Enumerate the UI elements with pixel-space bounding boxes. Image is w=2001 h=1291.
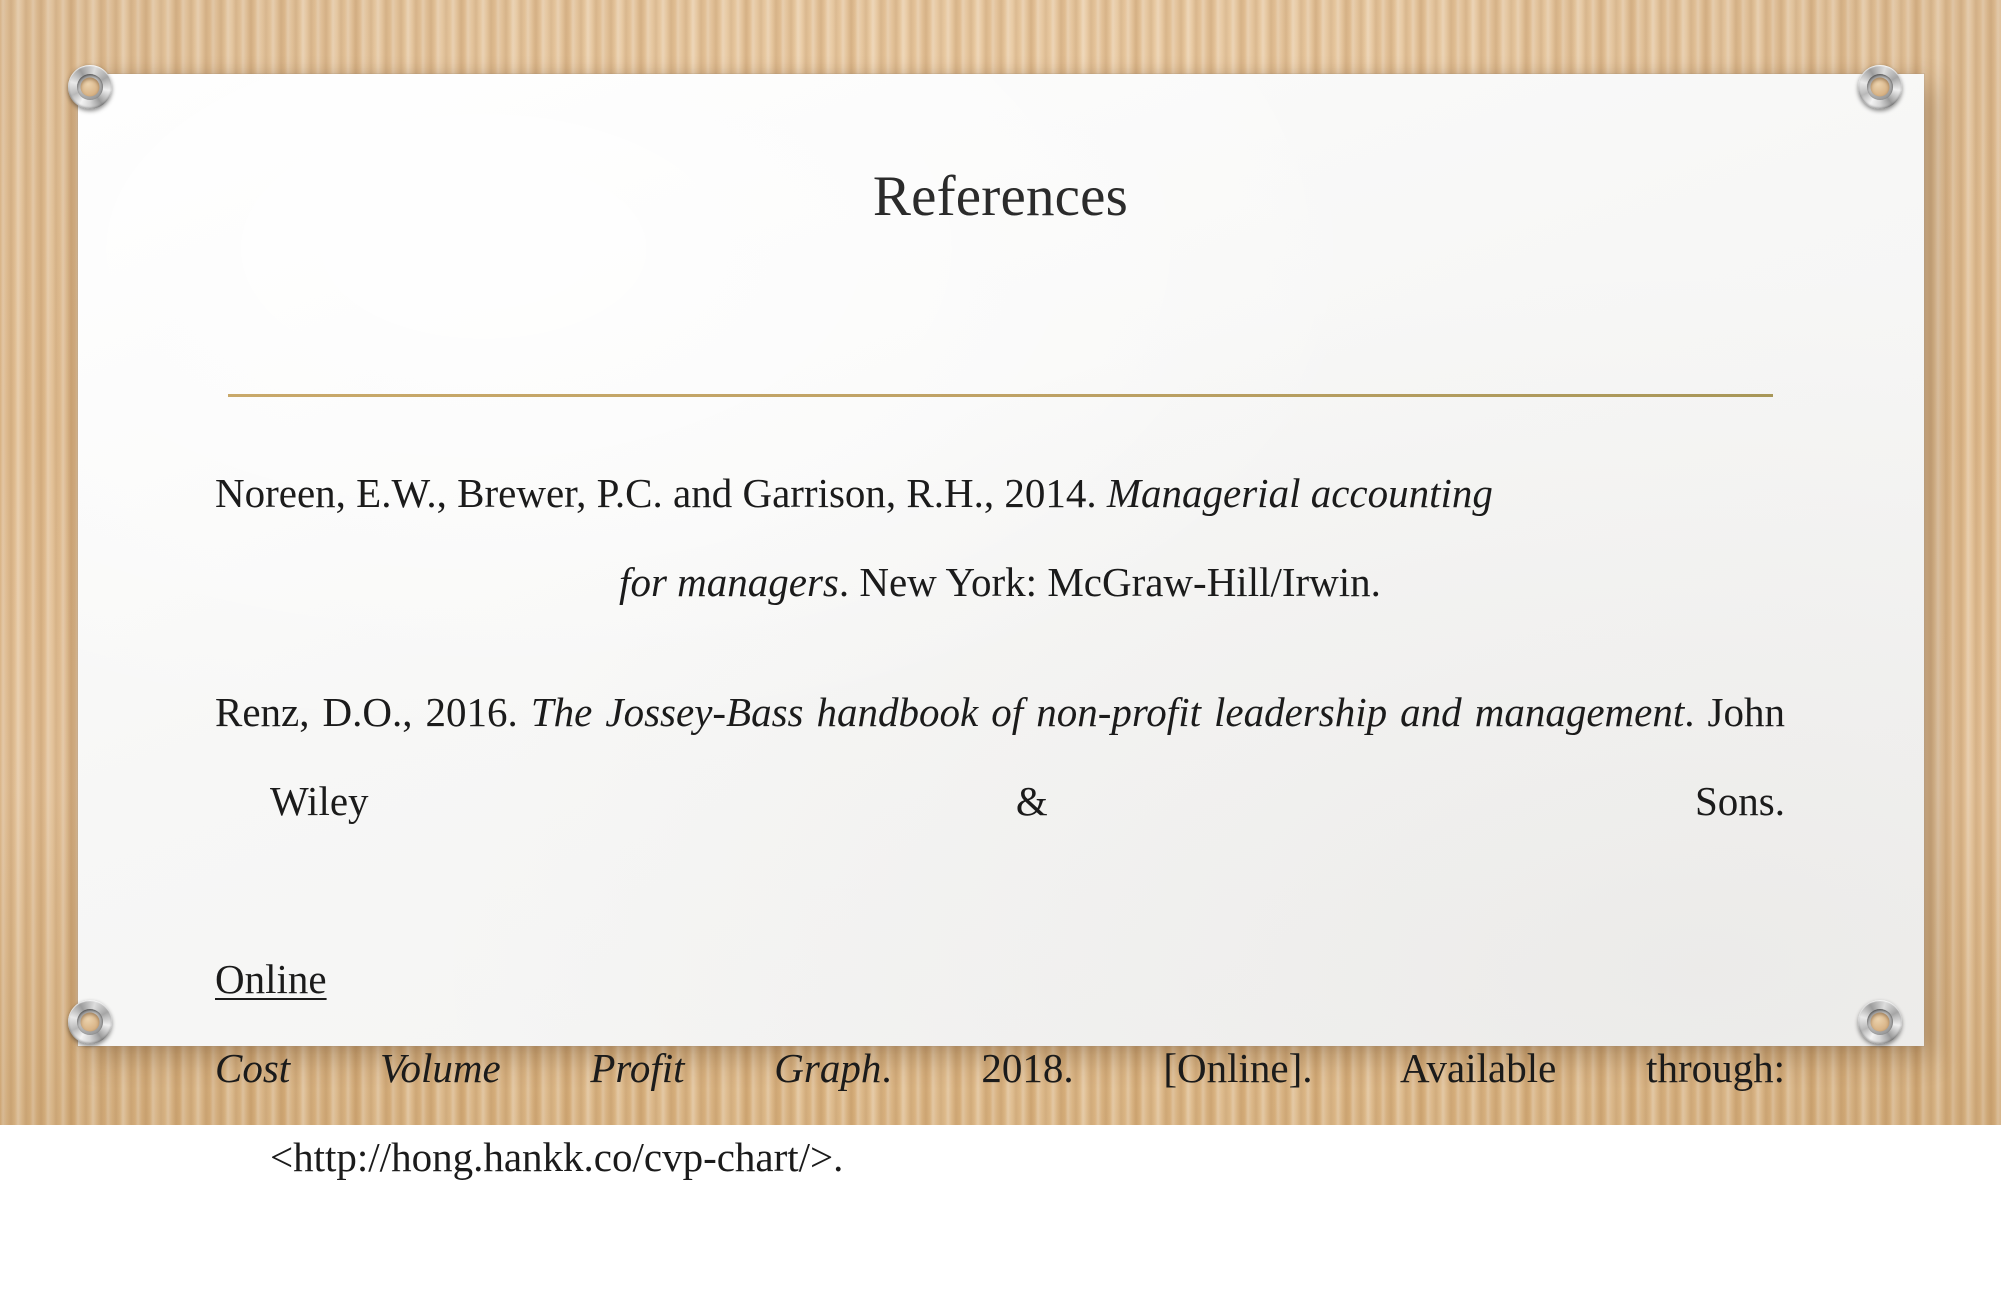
reference-item-renz: Renz, D.O., 2016. The Jossey-Bass handbo…	[215, 668, 1785, 935]
reference-title-italic: Managerial accounting	[1106, 470, 1493, 516]
reference-item-noreen: Noreen, E.W., Brewer, P.C. and Garrison,…	[215, 449, 1785, 627]
reference-authors-year: Renz, D.O., 2016.	[215, 689, 531, 735]
reference-title-italic-cont: management	[1474, 689, 1685, 735]
reference-publisher: . New York: McGraw-Hill/Irwin.	[838, 559, 1381, 605]
reference-availability: . 2018. [Online]. Available through:	[881, 1045, 1786, 1091]
grommet-hole	[80, 1012, 100, 1032]
grommet-bottom-right-icon	[1858, 1000, 1902, 1044]
grommet-top-right-icon	[1858, 65, 1902, 109]
grommet-hole	[1870, 1012, 1890, 1032]
reference-title-italic-cont: for managers	[619, 559, 839, 605]
reference-item-cvp-graph: Cost Volume Profit Graph. 2018. [Online]…	[215, 1024, 1785, 1291]
grommet-hole	[1870, 77, 1890, 97]
grommet-bottom-left-icon	[68, 1000, 112, 1044]
online-section-heading: Online	[215, 956, 327, 1002]
title-divider-rule	[228, 394, 1773, 397]
reference-url: <http://hong.hankk.co/cvp-chart/>.	[270, 1134, 844, 1180]
grommet-top-left-icon	[68, 65, 112, 109]
reference-authors-year: Noreen, E.W., Brewer, P.C. and Garrison,…	[215, 470, 1107, 516]
grommet-hole	[80, 77, 100, 97]
page-title: References	[872, 165, 1129, 228]
reference-title-italic: The Jossey-Bass handbook of non-profit l…	[530, 689, 1462, 735]
reference-line-two: for managers. New York: McGraw-Hill/Irwi…	[215, 538, 1785, 627]
reference-title-italic: Cost Volume Profit Graph	[215, 1045, 882, 1091]
slide-stage: References Noreen, E.W., Brewer, P.C. an…	[0, 0, 2001, 1180]
references-body: Noreen, E.W., Brewer, P.C. and Garrison,…	[215, 408, 1785, 1291]
